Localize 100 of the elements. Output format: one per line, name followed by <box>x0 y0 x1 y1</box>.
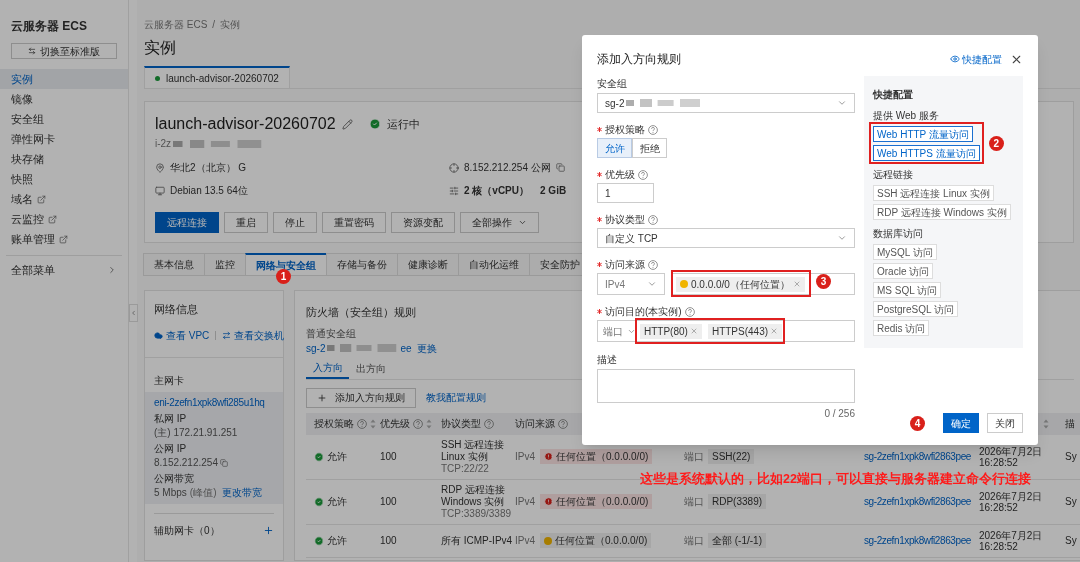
table-cell-text: 100 <box>380 495 398 509</box>
help-icon <box>684 306 695 317</box>
detail-tab[interactable]: 自动化运维 <box>458 253 530 276</box>
chevron-right-icon <box>107 265 117 275</box>
detail-tab[interactable]: 健康诊断 <box>397 253 459 276</box>
remove-icon[interactable] <box>689 327 698 335</box>
source-tag: 任何位置（0.0.0.0/0) <box>540 449 653 464</box>
group-link[interactable]: sg-2zefn1xpk8wfi2863pee <box>858 533 971 548</box>
sidebar-item[interactable]: 弹性网卡 <box>0 129 128 149</box>
detail-tab[interactable]: 存储与备份 <box>326 253 398 276</box>
caret-icon <box>837 98 847 108</box>
quick-config-button[interactable]: Redis 访问 <box>873 320 930 336</box>
group-link[interactable]: sg-2zefn1xpk8wfi2863pee <box>858 449 971 464</box>
source-tag: 任何位置（0.0.0.0/0) <box>540 494 653 509</box>
ip-version-select[interactable]: IPv4 <box>597 273 665 295</box>
add-rule-button[interactable]: 添加入方向规则 <box>306 387 416 408</box>
vpc-link[interactable]: 查看 VPC <box>166 327 210 343</box>
confirm-button[interactable]: 确定 <box>943 413 979 433</box>
sidebar-item[interactable]: 账单管理 <box>0 229 128 249</box>
table-cell: 16:28:52 <box>979 540 1018 552</box>
collapse-handle[interactable] <box>129 304 138 322</box>
remove-icon[interactable] <box>792 280 801 288</box>
action-button[interactable]: 重启 <box>224 212 268 233</box>
sidebar-item[interactable]: 云监控 <box>0 209 128 229</box>
sidebar-item[interactable]: 块存储 <box>0 149 128 169</box>
quick-config-button[interactable]: Web HTTP 流量访问 <box>873 126 973 142</box>
edit-icon[interactable] <box>341 118 353 130</box>
group-title: 数据库访问 <box>873 227 923 241</box>
action-button[interactable]: 重置密码 <box>322 212 386 233</box>
switch-version-button[interactable]: 切换至标准版 <box>11 43 117 59</box>
quick-config-button[interactable]: SSH 远程连接 Linux 实例 <box>873 185 994 201</box>
detail-tab[interactable]: 基本信息 <box>143 253 205 276</box>
table-cell-text: IPv4 <box>515 450 535 464</box>
form-label: 优先级 <box>605 168 635 182</box>
nic-link[interactable]: eni-2zefn1xpk8wfi285u1hq <box>154 395 265 410</box>
protocol-select[interactable]: 自定义 TCP <box>597 228 855 248</box>
location-icon <box>155 162 165 173</box>
action-button[interactable]: 停止 <box>273 212 317 233</box>
remove-icon[interactable] <box>770 327 779 335</box>
add-icon[interactable] <box>263 524 274 536</box>
group-title: 提供 Web 服务 <box>873 109 939 123</box>
sort-icon[interactable] <box>370 418 376 429</box>
sidebar-item[interactable]: 镜像 <box>0 89 128 109</box>
allow-icon <box>314 535 324 546</box>
group-link[interactable]: sg-2 <box>306 340 326 356</box>
action-button[interactable]: 全部操作 <box>460 212 539 233</box>
direction-tab[interactable]: 入方向 <box>306 358 349 379</box>
table-cell-text: Sy <box>1065 534 1077 548</box>
description-field[interactable] <box>597 369 855 403</box>
direction-tab[interactable]: 出方向 <box>349 358 392 379</box>
priority-input[interactable]: 1 <box>597 183 654 203</box>
quick-config-button[interactable]: MySQL 访问 <box>873 244 937 260</box>
help-link[interactable]: 教我配置规则 <box>426 390 486 405</box>
help-icon <box>638 169 648 180</box>
public-ip-text: 8.152.212.254 <box>154 455 218 470</box>
instance-tab[interactable]: launch-advisor-20260702 <box>144 66 290 88</box>
quick-config-button[interactable]: PostgreSQL 访问 <box>873 301 958 317</box>
group-link-end[interactable]: ee <box>400 340 412 356</box>
table-cell: SSH 远程连接 <box>441 438 505 451</box>
quick-config-button[interactable]: Oracle 访问 <box>873 263 934 279</box>
breadcrumb-item[interactable]: 云服务器 ECS <box>144 17 208 32</box>
security-group-select[interactable]: sg-2 <box>597 93 855 113</box>
sort-icon[interactable] <box>426 418 432 429</box>
policy-option[interactable]: 允许 <box>597 138 632 158</box>
sort-icon[interactable] <box>1043 418 1049 429</box>
quick-config-button[interactable]: MS SQL 访问 <box>873 282 942 298</box>
quick-config-link[interactable]: 快捷配置 <box>962 51 1002 67</box>
copy-icon[interactable] <box>555 163 565 172</box>
destination-input[interactable]: 端口 HTTP(80) HTTPS(443) <box>597 320 855 342</box>
table-cell: 2026年7月2日 <box>979 445 1043 457</box>
action-button[interactable]: 资源变配 <box>391 212 455 233</box>
copy-icon[interactable] <box>219 458 228 467</box>
sidebar-item[interactable]: 实例 <box>0 69 128 89</box>
group-link[interactable]: sg-2zefn1xpk8wfi2863pee <box>858 494 971 509</box>
policy-option[interactable]: 拒绝 <box>632 138 667 158</box>
change-bandwidth-link[interactable]: 更改带宽 <box>222 485 263 500</box>
private-ip-text: (主) 172.21.91.251 <box>154 425 238 440</box>
column-header: 协议类型 <box>441 417 481 431</box>
sidebar-item[interactable]: 域名 <box>0 189 128 209</box>
action-button[interactable]: 远程连接 <box>155 212 219 233</box>
public-ip-text: 8.152.212.254 公网 <box>464 161 551 175</box>
field-label: 公网带宽 <box>154 471 194 486</box>
quick-config-button[interactable]: Web HTTPS 流量访问 <box>873 145 980 161</box>
all-menu-item[interactable]: 全部菜单 <box>0 258 128 282</box>
table-cell-text: 100 <box>380 450 398 464</box>
target-icon <box>449 162 459 173</box>
change-link[interactable]: 更换 <box>416 340 437 356</box>
table-cell-text: 允许 <box>327 534 347 548</box>
quick-config-button[interactable]: RDP 远程连接 Windows 实例 <box>873 204 1011 220</box>
table-cell: RDP 远程连接 <box>441 483 505 496</box>
switch-link[interactable]: 查看交换机 <box>234 327 285 343</box>
form-label: 授权策略 <box>605 123 645 137</box>
instance-name: launch-advisor-20260702 <box>155 114 336 134</box>
sidebar-item[interactable]: 快照 <box>0 169 128 189</box>
port-tag: HTTPS(443) <box>707 323 783 339</box>
panel-title: 防火墙（安全组）规则 <box>306 305 416 320</box>
detail-tab[interactable]: 监控 <box>204 253 246 276</box>
sidebar-item[interactable]: 安全组 <box>0 109 128 129</box>
close-button[interactable]: 关闭 <box>987 413 1023 433</box>
source-tag: 任何位置（0.0.0.0/0) <box>540 533 652 548</box>
